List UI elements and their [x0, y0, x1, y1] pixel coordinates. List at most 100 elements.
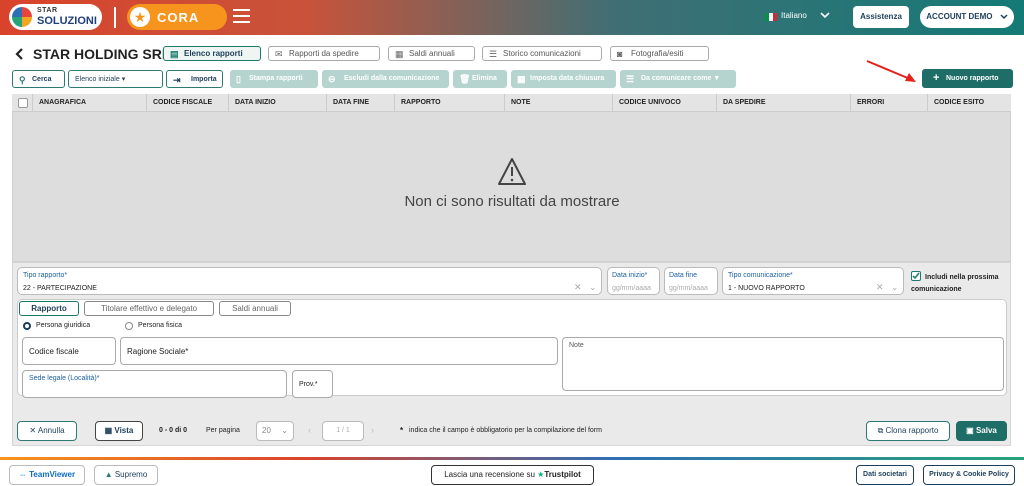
tipo-rapporto-select[interactable]: Tipo rapporto* 22 - PARTECIPAZIONE ✕ ⌄: [17, 267, 602, 295]
communicate-as-dropdown[interactable]: ☰ Da comunicare come ▼: [620, 70, 736, 88]
column-header[interactable]: ANAGRAFICA: [32, 94, 146, 112]
chevron-down-icon: ⌄: [281, 426, 288, 435]
print-button[interactable]: ▯ Stampa rapporti: [230, 70, 318, 88]
search-label: Cerca: [32, 76, 52, 83]
account-button[interactable]: ACCOUNT DEMO: [920, 6, 1014, 28]
column-header[interactable]: CODICE ESITO: [927, 94, 1011, 112]
import-button[interactable]: ⇥ Importa: [166, 70, 223, 88]
initial-list-label: Elenco iniziale: [75, 76, 120, 83]
column-header[interactable]: DA SPEDIRE: [716, 94, 850, 112]
initial-list-dropdown[interactable]: Elenco iniziale ▾: [68, 70, 163, 88]
radio-label: Persona fisica: [138, 322, 182, 329]
page-indicator[interactable]: 1 / 1: [322, 421, 364, 441]
data-inizio-placeholder: gg/mm/aaaa: [612, 285, 651, 292]
tab-label: Storico comunicazioni: [503, 49, 581, 58]
teamviewer-button[interactable]: ⇔ TeamViewer: [9, 465, 85, 485]
assistance-button[interactable]: Assistenza: [853, 6, 909, 28]
minus-circle-icon: ⊖: [328, 74, 336, 84]
closing-date-button[interactable]: ▦ Imposta data chiusura: [511, 70, 616, 88]
annotation-arrow-icon: [866, 60, 916, 82]
select-all-checkbox[interactable]: [18, 98, 28, 108]
search-button[interactable]: ⚲ Cerca: [12, 70, 65, 88]
warning-icon: [498, 158, 526, 185]
history-icon: ☰: [489, 49, 498, 59]
list-icon: ▤: [170, 49, 179, 59]
supremo-icon: ▲: [104, 470, 115, 479]
delete-button[interactable]: 🗑 Elimina: [453, 70, 507, 88]
star-icon: ★: [130, 7, 150, 27]
mail-icon: ✉: [275, 49, 283, 59]
data-inizio-field[interactable]: Data inizio* gg/mm/aaaa: [607, 267, 660, 295]
clone-button[interactable]: ⧉ Clona rapporto: [866, 421, 950, 441]
view-label: Vista: [114, 426, 134, 435]
cancel-button[interactable]: ✕ Annulla: [17, 421, 77, 441]
tab-elenco-rapporti[interactable]: ▤ Elenco rapporti: [163, 46, 261, 61]
tab-saldi-annuali[interactable]: ▦ Saldi annuali: [388, 46, 475, 61]
camera-icon: ◙: [617, 49, 623, 59]
clear-icon[interactable]: ✕: [574, 282, 582, 293]
tab-label: Rapporti da spedire: [289, 49, 359, 58]
save-button[interactable]: ▣ Salva: [956, 421, 1007, 441]
column-header[interactable]: NOTE: [504, 94, 612, 112]
note-field[interactable]: Note: [562, 337, 1004, 391]
data-inizio-label: Data inizio*: [612, 272, 648, 279]
supremo-button[interactable]: ▲ Supremo: [94, 465, 158, 485]
sede-legale-field[interactable]: Sede legale (Località)*: [22, 370, 287, 398]
tipo-comunicazione-label: Tipo comunicazione*: [728, 272, 793, 279]
tab-label: Saldi annuali: [409, 49, 455, 58]
chevron-down-icon[interactable]: ⌄: [891, 282, 899, 293]
save-icon: ▣: [966, 426, 976, 435]
radio-persona-giuridica[interactable]: [23, 322, 31, 330]
menu-icon[interactable]: [233, 9, 250, 23]
star-soluzioni-logo[interactable]: STAR SOLUZIONI: [9, 4, 102, 30]
footer-stripe: [0, 457, 1024, 460]
subtab-rapporto[interactable]: Rapporto: [19, 301, 79, 316]
view-button[interactable]: ▦ Vista: [95, 421, 143, 441]
codice-fiscale-field[interactable]: Codice fiscale: [22, 337, 116, 365]
review-label: Lascia una recensione su: [444, 470, 535, 479]
save-label: Salva: [975, 426, 997, 435]
chevron-down-icon[interactable]: [820, 12, 830, 19]
new-report-button[interactable]: + Nuovo rapporto: [922, 69, 1013, 88]
column-header[interactable]: DATA INIZIO: [228, 94, 326, 112]
column-header[interactable]: RAPPORTO: [394, 94, 504, 112]
supremo-label: Supremo: [114, 470, 148, 479]
exclude-button[interactable]: ⊖ Escludi dalla comunicazione: [322, 70, 449, 88]
language-selector[interactable]: Italiano: [781, 11, 807, 20]
per-page-value: 20: [262, 426, 271, 435]
column-header[interactable]: CODICE FISCALE: [146, 94, 228, 112]
prov-field[interactable]: Prov.*: [292, 370, 333, 398]
account-label: ACCOUNT DEMO: [926, 12, 993, 21]
required-note: indica che il campo è obbligatorio per l…: [409, 427, 602, 434]
per-page-select[interactable]: 20 ⌄: [256, 421, 294, 441]
radio-persona-fisica[interactable]: [125, 322, 133, 330]
brand-top: STAR: [37, 7, 58, 14]
tipo-comunicazione-select[interactable]: Tipo comunicazione* 1 - NUOVO RAPPORTO ✕…: [722, 267, 904, 295]
privacy-link[interactable]: Privacy & Cookie Policy: [923, 465, 1015, 485]
trustpilot-review-link[interactable]: Lascia una recensione su ★Trustpilot: [431, 465, 594, 485]
chevron-down-icon[interactable]: ⌄: [589, 282, 597, 293]
company-data-link[interactable]: Dati societari: [856, 465, 914, 485]
trash-icon: 🗑: [459, 74, 471, 84]
back-chevron-icon[interactable]: [15, 48, 24, 60]
column-header[interactable]: DATA FINE: [326, 94, 394, 112]
prev-page-icon[interactable]: ‹: [308, 425, 311, 435]
ragione-sociale-field[interactable]: Ragione Sociale*: [120, 337, 558, 365]
subtab-saldi-annuali[interactable]: Saldi annuali: [219, 301, 291, 316]
app-window: STAR SOLUZIONI ★ CORA Italiano Assistenz…: [0, 0, 1024, 486]
column-header[interactable]: ERRORI: [850, 94, 927, 112]
column-header[interactable]: CODICE UNIVOCO: [612, 94, 716, 112]
subtab-titolare[interactable]: Titolare effettivo e delegato: [84, 301, 214, 316]
tab-rapporti-da-spedire[interactable]: ✉ Rapporti da spedire: [268, 46, 380, 61]
cora-logo[interactable]: ★ CORA: [127, 4, 227, 30]
clear-icon[interactable]: ✕: [876, 282, 884, 293]
data-fine-field[interactable]: Data fine gg/mm/aaaa: [664, 267, 718, 295]
chevron-down-icon: [1000, 14, 1008, 19]
tab-storico-comunicazioni[interactable]: ☰ Storico comunicazioni: [482, 46, 602, 61]
plus-icon: +: [933, 72, 940, 84]
tab-label: Fotografia/esiti: [631, 49, 684, 58]
document-icon: ▯: [236, 74, 241, 84]
next-page-icon[interactable]: ›: [371, 425, 374, 435]
tab-fotografia-esiti[interactable]: ◙ Fotografia/esiti: [610, 46, 709, 61]
app-name: CORA: [157, 10, 200, 25]
